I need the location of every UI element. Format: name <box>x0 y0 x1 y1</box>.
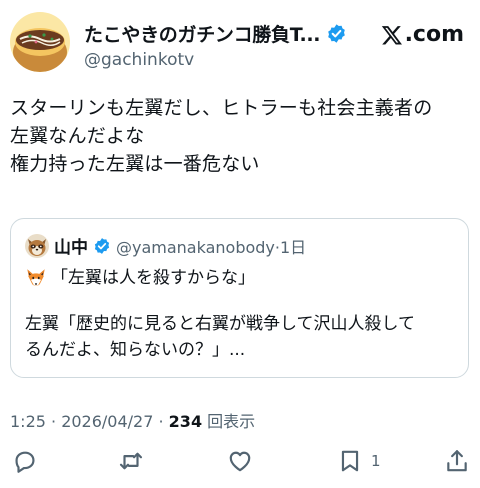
quoted-line-gap <box>25 291 415 311</box>
views-label: 回表示 <box>202 412 256 431</box>
action-bar: 1 <box>0 446 480 478</box>
takoyaki-avatar-icon <box>10 12 70 72</box>
reply-button[interactable] <box>12 448 38 474</box>
quoted-tweet-header: 山中 @yamanakanobody·1日 <box>25 233 306 258</box>
quoted-line-text: 「左翼は人を殺すからな」 <box>51 268 255 288</box>
x-logo-icon <box>381 25 402 44</box>
x-brand-logo: .com <box>381 22 464 47</box>
x-brand-text: .com <box>404 22 464 47</box>
bookmark-button[interactable]: 1 <box>337 448 381 474</box>
quoted-author-avatar[interactable] <box>25 233 49 258</box>
verified-badge-icon <box>328 24 346 43</box>
quoted-tweet[interactable]: 山中 @yamanakanobody·1日 「左翼は人を殺すからな」 左翼「歴史… <box>10 218 469 378</box>
tweet-line: スターリンも左翼だし、ヒトラーも社会主義者の <box>10 97 433 119</box>
tweet-line: 左翼なんだよな <box>10 125 145 147</box>
tweet-text: スターリンも左翼だし、ヒトラーも社会主義者の 左翼なんだよな 権力持った左翼は一… <box>10 94 472 178</box>
author-handle[interactable]: @gachinkotv <box>84 50 194 70</box>
quoted-line: るんだよ、知らないの？」... <box>25 340 246 360</box>
author-name-row: たこやきのガチンコ勝負T... <box>84 20 347 47</box>
views-count: 234 <box>168 412 203 431</box>
retweet-button[interactable] <box>118 448 144 474</box>
tweet-timestamp[interactable]: 1:25 · 2026/04/27 · <box>10 412 169 431</box>
verified-badge-icon <box>94 237 110 254</box>
share-icon <box>447 450 467 472</box>
author-avatar[interactable] <box>10 12 70 72</box>
quoted-tweet-body: 「左翼は人を殺すからな」 左翼「歴史的に見ると右翼が戦争して沢山人殺して るんだ… <box>25 265 415 363</box>
quoted-line: 「左翼は人を殺すからな」 <box>25 265 415 291</box>
quoted-author-handle-time[interactable]: @yamanakanobody·1日 <box>116 234 306 258</box>
fox-emoji-icon <box>27 269 45 287</box>
tweet-header: たこやきのガチンコ勝負T... @gachinkotv .com <box>10 12 470 74</box>
author-display-name[interactable]: たこやきのガチンコ勝負T... <box>84 20 321 47</box>
share-button[interactable] <box>444 448 470 474</box>
raccoon-dog-avatar-icon <box>25 233 49 258</box>
heart-icon <box>229 451 251 472</box>
quoted-line: 左翼「歴史的に見ると右翼が戦争して沢山人殺して <box>25 314 415 334</box>
tweet-meta: 1:25 · 2026/04/27 · 234 回表示 <box>10 408 255 432</box>
tweet-line: 権力持った左翼は一番危ない <box>10 153 260 175</box>
quoted-author-name[interactable]: 山中 <box>54 233 88 258</box>
like-button[interactable] <box>227 448 253 474</box>
reply-icon <box>15 451 35 473</box>
retweet-icon <box>119 452 143 470</box>
bookmark-count: 1 <box>371 452 381 470</box>
bookmark-icon <box>341 450 359 472</box>
